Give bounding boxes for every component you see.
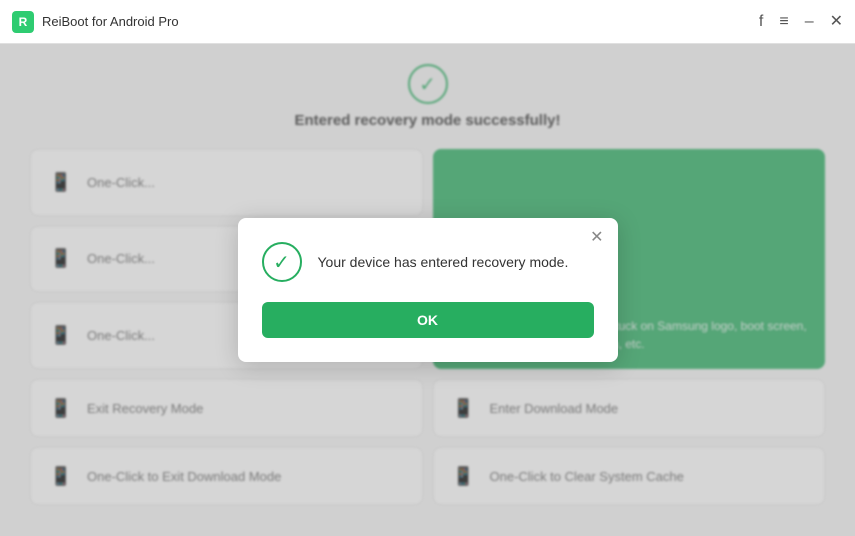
main-content: ✓ Entered recovery mode successfully! 📱 … bbox=[0, 44, 855, 536]
logo-icon: R bbox=[12, 11, 34, 33]
minimize-button[interactable]: – bbox=[805, 14, 814, 30]
modal-ok-button[interactable]: OK bbox=[262, 302, 594, 338]
modal-body: ✓ Your device has entered recovery mode. bbox=[262, 242, 594, 282]
menu-icon[interactable]: ≡ bbox=[779, 13, 788, 31]
app-logo: R ReiBoot for Android Pro bbox=[12, 11, 179, 33]
success-modal: ✕ ✓ Your device has entered recovery mod… bbox=[238, 218, 618, 362]
modal-close-button[interactable]: ✕ bbox=[590, 230, 603, 246]
facebook-icon[interactable]: f bbox=[759, 13, 763, 31]
title-bar: R ReiBoot for Android Pro f ≡ – ✕ bbox=[0, 0, 855, 44]
app-name: ReiBoot for Android Pro bbox=[42, 14, 179, 29]
modal-overlay: ✕ ✓ Your device has entered recovery mod… bbox=[0, 44, 855, 536]
modal-message: Your device has entered recovery mode. bbox=[318, 254, 569, 270]
close-button[interactable]: ✕ bbox=[830, 14, 843, 30]
window-controls: f ≡ – ✕ bbox=[759, 13, 843, 31]
modal-checkmark-icon: ✓ bbox=[262, 242, 302, 282]
